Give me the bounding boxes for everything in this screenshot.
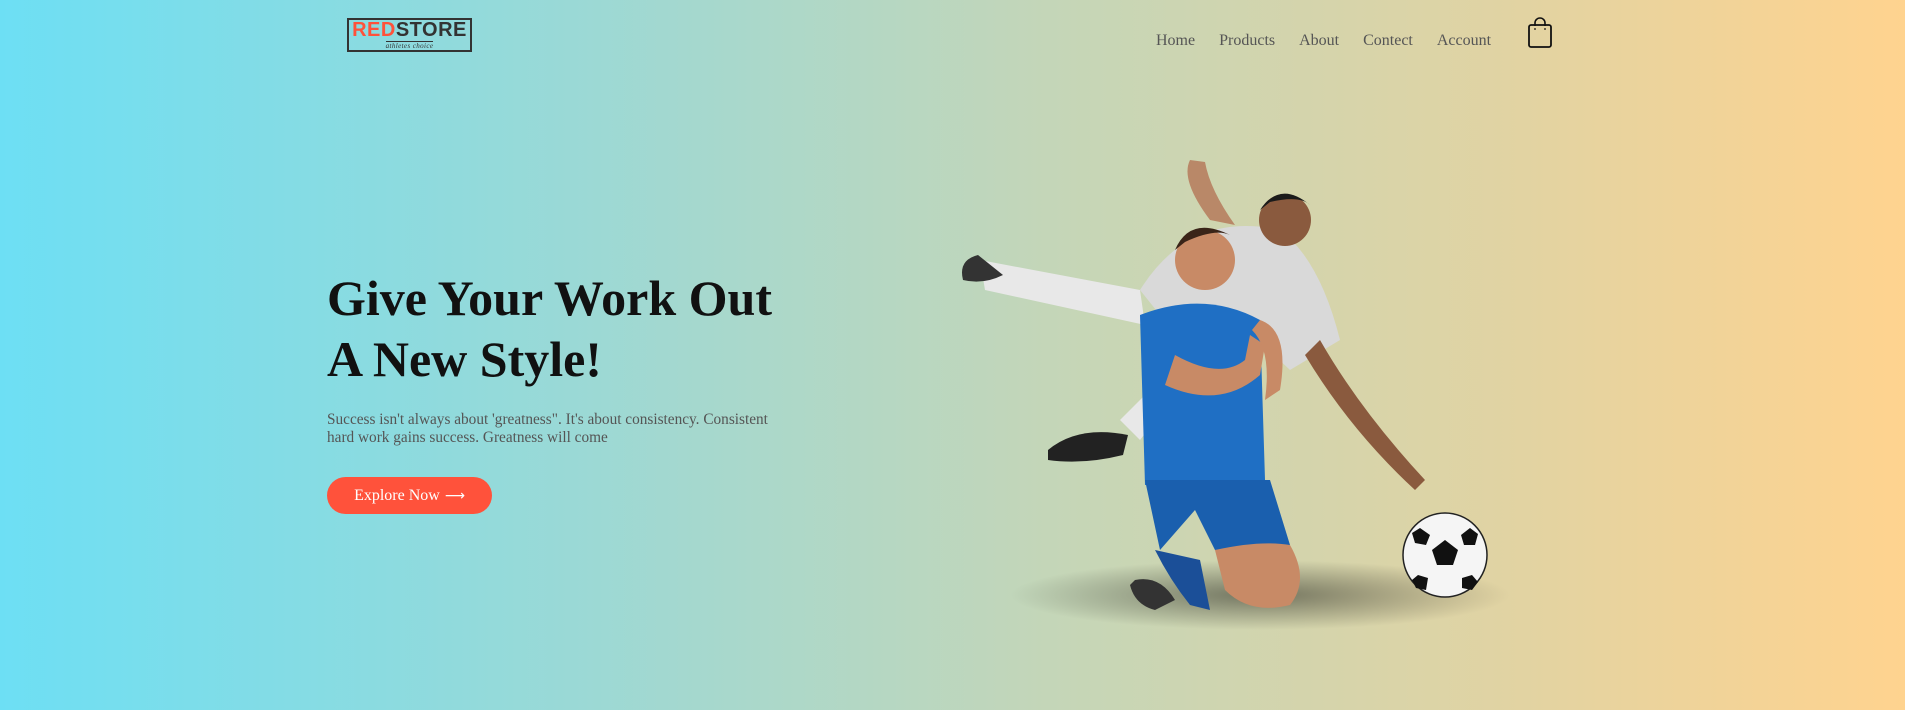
hero-title-line-1: Give Your Work Out [327, 270, 772, 326]
hero-description: Success isn't always about 'greatness". … [327, 411, 768, 446]
soccer-ball [1402, 512, 1488, 598]
store-logo[interactable]: REDSTORE athletes choice [347, 18, 472, 52]
logo-store-text: STORE [395, 19, 467, 41]
arrow-right-icon: ⟶ [444, 487, 465, 504]
nav-item-contact[interactable]: Contect [1363, 32, 1413, 50]
nav-item-products[interactable]: Products [1219, 32, 1275, 50]
shopping-bag-icon[interactable] [1527, 16, 1553, 49]
hero-title-line-2: A New Style! [327, 331, 602, 387]
nav-item-home[interactable]: Home [1156, 32, 1195, 50]
soccer-players-illustration [960, 150, 1560, 640]
nav-item-about[interactable]: About [1299, 32, 1339, 50]
nav-item-account[interactable]: Account [1437, 32, 1491, 50]
logo-wordmark: REDSTORE [352, 20, 467, 40]
hero-title: Give Your Work Out A New Style! [327, 268, 847, 390]
explore-now-label: Explore Now [354, 486, 440, 504]
logo-tagline: athletes choice [385, 41, 434, 50]
explore-now-button[interactable]: Explore Now ⟶ [327, 477, 492, 514]
logo-red-text: RED [352, 19, 396, 41]
main-nav: Home Products About Contect Account [1156, 32, 1491, 50]
